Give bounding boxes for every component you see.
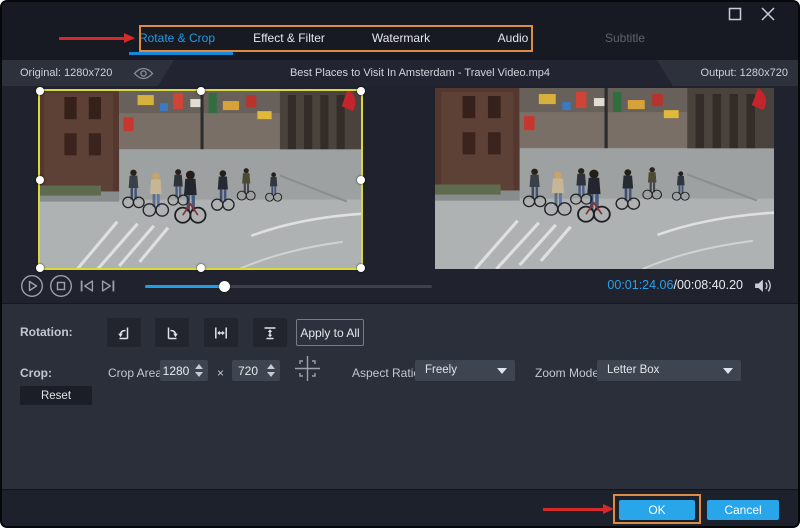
rotate-crop-panel: Rotation: Apply to All Crop: Crop Area: — [2, 303, 798, 489]
stop-button[interactable] — [49, 274, 73, 298]
chevron-down-icon — [497, 368, 507, 374]
aspect-ratio-select[interactable]: Freely — [415, 360, 515, 381]
flip-vertical-button[interactable] — [253, 318, 287, 347]
zoom-mode-value: Letter Box — [607, 364, 659, 376]
zoom-mode-label: Zoom Mode: — [535, 366, 602, 380]
eye-preview-icon[interactable] — [133, 67, 154, 80]
original-video-preview[interactable] — [38, 89, 363, 270]
crop-height-input[interactable] — [232, 360, 264, 381]
video-filename: Best Places to Visit In Amsterdam - Trav… — [202, 60, 638, 86]
rotate-left-icon — [116, 325, 132, 341]
tab-bar: Rotate & Crop Effect & Filter Watermark … — [121, 26, 681, 51]
output-video-preview[interactable] — [435, 88, 774, 269]
preview-header: Original: 1280x720 Best Places to Visit … — [2, 60, 798, 86]
spinner-up-icon[interactable] — [195, 364, 203, 369]
chevron-down-icon — [723, 368, 733, 374]
spinner-up-icon[interactable] — [267, 364, 275, 369]
spinner-down-icon[interactable] — [195, 372, 203, 377]
aspect-ratio-label: Aspect Ratio: — [352, 366, 423, 380]
rotate-left-button[interactable] — [107, 318, 141, 347]
crop-selection-frame[interactable] — [38, 89, 363, 270]
crop-handle-middle-left[interactable] — [36, 176, 44, 184]
title-tab-bar: Rotate & Crop Effect & Filter Watermark … — [2, 2, 798, 60]
crop-height-spinner — [264, 360, 278, 381]
rotate-right-icon — [164, 325, 180, 341]
reset-button[interactable]: Reset — [20, 386, 92, 405]
close-icon[interactable] — [760, 7, 776, 21]
crop-center-icon[interactable] — [294, 355, 321, 382]
crop-height-field[interactable] — [232, 360, 280, 381]
multiply-sign: × — [217, 366, 224, 380]
previous-frame-button[interactable] — [78, 278, 96, 294]
aspect-ratio-value: Freely — [425, 364, 457, 376]
ok-button[interactable]: OK — [619, 500, 695, 520]
time-current: 00:01:24.06 — [607, 278, 673, 292]
cancel-button[interactable]: Cancel — [707, 500, 779, 520]
flip-horizontal-button[interactable] — [204, 318, 238, 347]
crop-area-label: Crop Area: — [108, 366, 165, 380]
crop-width-input[interactable] — [160, 360, 192, 381]
crop-width-field[interactable] — [160, 360, 208, 381]
screenshot-stage: Rotate & Crop Effect & Filter Watermark … — [0, 0, 800, 528]
crop-handle-top-left[interactable] — [36, 87, 44, 95]
rotation-label: Rotation: — [20, 325, 73, 339]
tab-watermark[interactable]: Watermark — [345, 26, 457, 51]
crop-label: Crop: — [20, 366, 52, 380]
seek-progress-fill — [145, 285, 224, 288]
volume-icon[interactable] — [754, 278, 774, 294]
crop-handle-middle-right[interactable] — [357, 176, 365, 184]
output-resolution-label: Output: 1280x720 — [657, 60, 800, 86]
crop-handle-top-center[interactable] — [197, 87, 205, 95]
maximize-icon[interactable] — [727, 7, 743, 21]
tab-audio[interactable]: Audio — [457, 26, 569, 51]
rotate-right-button[interactable] — [155, 318, 189, 347]
tab-effect-filter[interactable]: Effect & Filter — [233, 26, 345, 51]
playback-bar: 00:01:24.06/00:08:40.20 — [2, 270, 798, 303]
active-tab-underline — [129, 52, 233, 55]
play-button[interactable] — [20, 274, 44, 298]
tab-subtitle[interactable]: Subtitle — [569, 26, 681, 51]
footer-bar: OK Cancel — [2, 489, 798, 528]
apply-to-all-button[interactable]: Apply to All — [296, 319, 364, 346]
crop-handle-top-right[interactable] — [357, 87, 365, 95]
spinner-down-icon[interactable] — [267, 372, 275, 377]
next-frame-button[interactable] — [99, 278, 117, 294]
output-video-frame — [435, 88, 774, 269]
seek-slider[interactable] — [145, 279, 432, 293]
zoom-mode-select[interactable]: Letter Box — [597, 360, 741, 381]
flip-vertical-icon — [262, 325, 278, 341]
tab-rotate-crop[interactable]: Rotate & Crop — [121, 26, 233, 51]
time-total: 00:08:40.20 — [677, 278, 743, 292]
crop-width-spinner — [192, 360, 206, 381]
seek-thumb[interactable] — [219, 281, 230, 292]
flip-horizontal-icon — [213, 325, 229, 341]
app-window: Rotate & Crop Effect & Filter Watermark … — [0, 0, 800, 528]
timecode: 00:01:24.06/00:08:40.20 — [607, 278, 743, 292]
